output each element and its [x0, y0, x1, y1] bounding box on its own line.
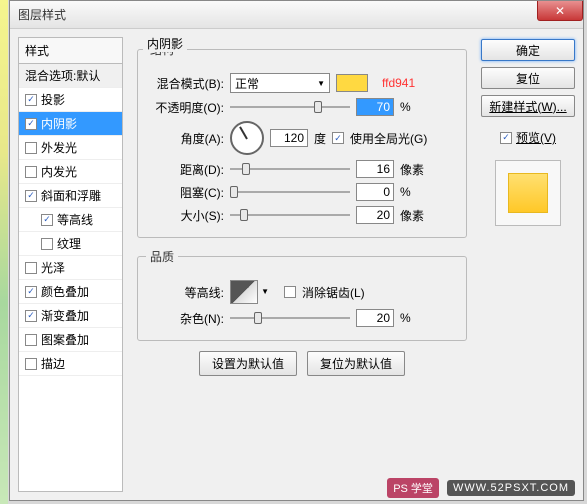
new-style-button[interactable]: 新建样式(W)...: [481, 95, 575, 117]
checkbox[interactable]: [25, 358, 37, 370]
chevron-down-icon: ▼: [317, 79, 325, 88]
size-unit: 像素: [400, 207, 430, 224]
size-slider[interactable]: [230, 206, 350, 224]
contour-picker[interactable]: ▼: [230, 280, 258, 304]
window-title: 图层样式: [18, 6, 66, 23]
ok-button[interactable]: 确定: [481, 39, 575, 61]
style-satin[interactable]: 光泽: [19, 256, 122, 280]
layer-style-dialog: 图层样式 ✕ 样式 混合选项:默认 投影 内阴影 外发光 内发光 斜面和浮雕 等…: [9, 0, 584, 501]
noise-label: 杂色(N):: [146, 310, 224, 327]
angle-dial[interactable]: [230, 121, 264, 155]
options-panel: 内阴影 结构 混合模式(B): 正常 ▼ ffd941 不透明度(O): 70: [131, 37, 473, 492]
style-outer-glow[interactable]: 外发光: [19, 136, 122, 160]
checkbox[interactable]: [41, 214, 53, 226]
size-label: 大小(S):: [146, 207, 224, 224]
opacity-label: 不透明度(O):: [146, 99, 224, 116]
reset-default-button[interactable]: 复位为默认值: [307, 351, 405, 376]
choke-slider[interactable]: [230, 183, 350, 201]
checkbox[interactable]: [25, 334, 37, 346]
titlebar: 图层样式 ✕: [10, 1, 583, 29]
styles-panel: 样式 混合选项:默认 投影 内阴影 外发光 内发光 斜面和浮雕 等高线 纹理 光…: [18, 37, 123, 492]
checkbox[interactable]: [25, 286, 37, 298]
structure-group: 结构 混合模式(B): 正常 ▼ ffd941 不透明度(O): 70 %: [137, 41, 467, 238]
checkbox[interactable]: [25, 118, 37, 130]
antialias-label: 消除锯齿(L): [302, 284, 365, 301]
style-gradient-overlay[interactable]: 渐变叠加: [19, 304, 122, 328]
footer-mark-2: WWW.52PSXT.COM: [447, 480, 575, 496]
opacity-unit: %: [400, 100, 430, 114]
style-stroke[interactable]: 描边: [19, 352, 122, 376]
close-icon: ✕: [555, 4, 565, 18]
angle-label: 角度(A):: [146, 130, 224, 147]
style-inner-glow[interactable]: 内发光: [19, 160, 122, 184]
distance-slider[interactable]: [230, 160, 350, 178]
blend-mode-label: 混合模式(B):: [146, 75, 224, 92]
footer-watermarks: PS 学堂 WWW.52PSXT.COM: [387, 478, 575, 498]
checkbox[interactable]: [25, 190, 37, 202]
style-inner-shadow[interactable]: 内阴影: [19, 112, 122, 136]
angle-unit: 度: [314, 130, 326, 147]
checkbox[interactable]: [25, 310, 37, 322]
style-drop-shadow[interactable]: 投影: [19, 88, 122, 112]
quality-legend: 品质: [146, 248, 178, 265]
color-swatch[interactable]: [336, 74, 368, 92]
size-input[interactable]: 20: [356, 206, 394, 224]
style-bevel-emboss[interactable]: 斜面和浮雕: [19, 184, 122, 208]
antialias-checkbox[interactable]: [284, 286, 296, 298]
chevron-down-icon: ▼: [261, 287, 269, 296]
checkbox[interactable]: [41, 238, 53, 250]
distance-unit: 像素: [400, 161, 430, 178]
preview-box: [495, 160, 561, 226]
set-default-button[interactable]: 设置为默认值: [199, 351, 297, 376]
style-texture[interactable]: 纹理: [19, 232, 122, 256]
style-color-overlay[interactable]: 颜色叠加: [19, 280, 122, 304]
checkbox[interactable]: [25, 262, 37, 274]
checkbox[interactable]: [25, 166, 37, 178]
distance-label: 距离(D):: [146, 161, 224, 178]
choke-label: 阻塞(C):: [146, 184, 224, 201]
angle-input[interactable]: 120: [270, 129, 308, 147]
styles-header: 样式: [19, 38, 122, 64]
footer-mark-1: PS 学堂: [387, 478, 439, 498]
choke-input[interactable]: 0: [356, 183, 394, 201]
panel-title: 内阴影: [143, 35, 187, 52]
blend-options-default[interactable]: 混合选项:默认: [19, 64, 122, 88]
noise-slider[interactable]: [230, 309, 350, 327]
action-panel: 确定 复位 新建样式(W)... 预览(V): [481, 37, 575, 492]
noise-input[interactable]: 20: [356, 309, 394, 327]
styles-list: 混合选项:默认 投影 内阴影 外发光 内发光 斜面和浮雕 等高线 纹理 光泽 颜…: [19, 64, 122, 376]
preview-checkbox[interactable]: [500, 132, 512, 144]
checkbox[interactable]: [25, 142, 37, 154]
style-contour[interactable]: 等高线: [19, 208, 122, 232]
opacity-input[interactable]: 70: [356, 98, 394, 116]
preview-swatch: [508, 173, 548, 213]
opacity-slider[interactable]: [230, 98, 350, 116]
style-pattern-overlay[interactable]: 图案叠加: [19, 328, 122, 352]
color-hex-note: ffd941: [382, 76, 415, 90]
distance-input[interactable]: 16: [356, 160, 394, 178]
close-button[interactable]: ✕: [537, 1, 583, 21]
contour-label: 等高线:: [146, 284, 224, 301]
preview-label: 预览(V): [516, 129, 556, 146]
quality-group: 品质 等高线: ▼ 消除锯齿(L) 杂色(N): 20 %: [137, 248, 467, 341]
cancel-button[interactable]: 复位: [481, 67, 575, 89]
checkbox[interactable]: [25, 94, 37, 106]
global-light-checkbox[interactable]: [332, 132, 344, 144]
choke-unit: %: [400, 185, 430, 199]
global-light-label: 使用全局光(G): [350, 130, 427, 147]
blend-mode-dropdown[interactable]: 正常 ▼: [230, 73, 330, 93]
noise-unit: %: [400, 311, 430, 325]
